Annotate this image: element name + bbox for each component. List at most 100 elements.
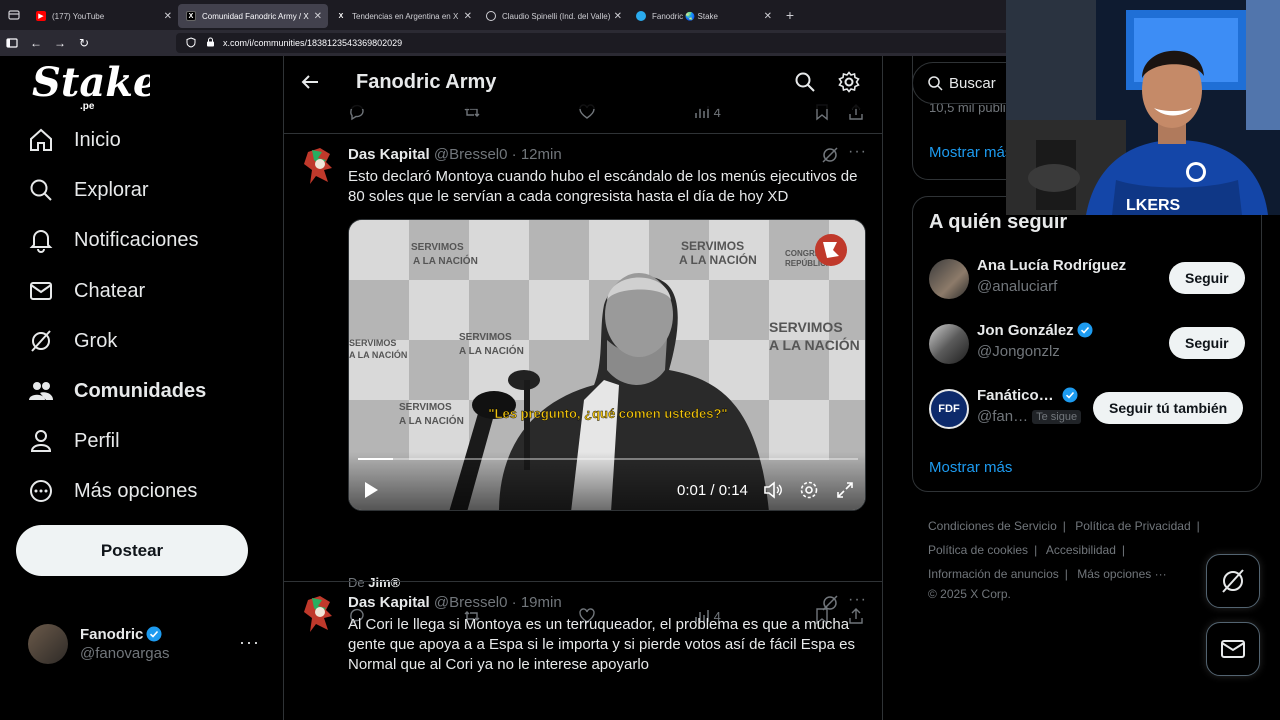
separator: |: [1064, 567, 1068, 581]
follow-suggestion[interactable]: FDF Fanático… @fan… Te sigue Seguir tú ta…: [929, 387, 1249, 431]
gear-icon[interactable]: [838, 71, 860, 93]
show-more-link[interactable]: Mostrar más: [929, 144, 1012, 161]
footer-link[interactable]: Política de cookies: [928, 543, 1028, 557]
close-icon[interactable]: ✕: [314, 11, 322, 22]
sidebar-item-chatear[interactable]: Chatear: [28, 271, 145, 311]
browser-tab-youtube[interactable]: ▶ (177) YouTube ✕: [28, 4, 178, 28]
backdrop-text: SERVIMOS: [769, 319, 843, 335]
avatar[interactable]: [300, 594, 340, 634]
stake-logo[interactable]: Stake .pe: [30, 56, 158, 112]
footer-link[interactable]: Condiciones de Servicio: [928, 519, 1057, 533]
community-header: Fanodric Army: [284, 56, 882, 109]
fullscreen-icon[interactable]: [835, 480, 855, 500]
suggestion-name[interactable]: Jon González: [977, 322, 1074, 339]
sidebar-item-mas-opciones[interactable]: Más opciones: [28, 471, 197, 511]
account-name-row: Fanodric: [80, 626, 169, 643]
close-icon[interactable]: ✕: [764, 11, 772, 22]
suggestion-name[interactable]: Ana Lucía Rodríguez: [977, 257, 1126, 274]
sidebar-item-label: Notificaciones: [74, 228, 199, 251]
browser-tab-spinelli[interactable]: Claudio Spinelli (Ind. del Valle) ✕: [478, 4, 628, 28]
tweet[interactable]: Das Kapital @Bressel0 · 19min ··· Al Cor…: [284, 582, 882, 720]
more-icon[interactable]: ···: [848, 143, 867, 161]
tweet-username[interactable]: @Bressel0: [434, 146, 508, 163]
browser-tab-trends[interactable]: X Tendencias en Argentina en X ✕: [328, 4, 478, 28]
mail-icon: [1221, 640, 1245, 658]
lock-icon[interactable]: [206, 37, 215, 49]
separator: |: [1034, 543, 1038, 557]
tweet-display-name[interactable]: Das Kapital: [348, 594, 430, 611]
avatar-text: FDF: [938, 403, 960, 415]
messages-fab[interactable]: [1206, 622, 1260, 676]
tab-list-icon[interactable]: [0, 3, 28, 27]
search-icon[interactable]: [794, 71, 816, 93]
follow-suggestion[interactable]: Ana Lucía Rodríguez @analuciarf Seguir: [929, 257, 1249, 301]
sidebar-item-explorar[interactable]: Explorar: [28, 170, 148, 210]
close-icon[interactable]: ✕: [614, 11, 622, 22]
forward-icon[interactable]: →: [48, 30, 72, 56]
close-icon[interactable]: ✕: [464, 11, 472, 22]
sidebar-item-comunidades[interactable]: Comunidades: [28, 371, 206, 411]
footer-link[interactable]: Accesibilidad: [1046, 543, 1116, 557]
footer-link[interactable]: Política de Privacidad: [1075, 519, 1190, 533]
tweet-display-name[interactable]: Das Kapital: [348, 146, 430, 163]
sidebar-item-perfil[interactable]: Perfil: [28, 421, 120, 461]
footer-row: Condiciones de Servicio | Política de Pri…: [928, 514, 1258, 538]
tweet-meta: Das Kapital @Bressel0 · 12min: [348, 146, 562, 163]
suggestion-handle[interactable]: @Jongonzlz: [977, 343, 1060, 360]
back-arrow-icon[interactable]: [300, 72, 320, 92]
more-icon[interactable]: ···: [239, 632, 260, 653]
page-title: Fanodric Army: [356, 71, 497, 93]
tweet[interactable]: Das Kapital @Bressel0 · 12min ··· Esto d…: [284, 134, 882, 625]
backdrop-text: SERVIMOS: [411, 242, 464, 253]
settings-icon[interactable]: [799, 480, 819, 500]
sidebar-toggle-icon[interactable]: [0, 30, 24, 56]
avatar[interactable]: FDF: [929, 389, 969, 429]
sidebar-item-notificaciones[interactable]: Notificaciones: [28, 220, 199, 260]
tweet-username[interactable]: @Bressel0: [434, 594, 508, 611]
video-progress-fill: [358, 458, 393, 460]
verified-icon: [1062, 387, 1078, 403]
tweet-time[interactable]: 19min: [521, 594, 562, 611]
new-tab-button[interactable]: +: [778, 7, 802, 23]
follow-back-button[interactable]: Seguir tú también: [1093, 392, 1244, 424]
tweet-text: Al Cori le llega si Montoya es un terruq…: [348, 616, 855, 673]
close-icon[interactable]: ✕: [164, 11, 172, 22]
back-icon[interactable]: ←: [24, 30, 48, 56]
sidebar-item-inicio[interactable]: Inicio: [28, 120, 121, 160]
grok-icon[interactable]: [821, 146, 839, 164]
suggestion-handle[interactable]: @fan…: [977, 408, 1028, 425]
video-player[interactable]: SERVIMOS A LA NACIÓN SERVIMOS A LA NACIÓ…: [348, 219, 866, 511]
avatar[interactable]: [929, 259, 969, 299]
grok-icon[interactable]: [821, 594, 839, 612]
volume-icon[interactable]: [763, 480, 783, 500]
browser-tab-community[interactable]: X Comunidad Fanodric Army / X ✕: [178, 4, 328, 28]
avatar[interactable]: [300, 146, 340, 186]
sidebar-item-grok[interactable]: Grok: [28, 321, 117, 361]
post-button[interactable]: Postear: [16, 525, 248, 576]
more-circle-icon: [28, 478, 54, 504]
avatar[interactable]: [929, 324, 969, 364]
suggestion-name[interactable]: Fanático…: [977, 387, 1054, 404]
footer-link[interactable]: Información de anuncios: [928, 567, 1059, 581]
video-progress-track[interactable]: [358, 458, 858, 460]
webcam-feed: LKERS: [1006, 0, 1280, 215]
suggestion-handle[interactable]: @analuciarf: [977, 278, 1057, 295]
follow-button[interactable]: Seguir: [1169, 327, 1245, 359]
tab-title: Tendencias en Argentina en X: [352, 11, 459, 21]
follow-suggestion[interactable]: Jon González @Jongonzlz Seguir: [929, 322, 1249, 366]
play-icon[interactable]: [363, 481, 379, 499]
youtube-icon: ▶: [36, 11, 46, 21]
browser-tab-stake[interactable]: Fanodric 🌏 Stake ✕: [628, 4, 778, 28]
reload-icon[interactable]: ↻: [72, 30, 96, 56]
footer-link[interactable]: Más opciones ···: [1077, 567, 1166, 581]
sidebar-item-label: Comunidades: [74, 379, 207, 402]
show-more-link[interactable]: Mostrar más: [929, 459, 1012, 476]
account-name: Fanodric: [80, 626, 144, 643]
more-icon[interactable]: ···: [848, 591, 867, 609]
grok-fab[interactable]: [1206, 554, 1260, 608]
tweet-time[interactable]: 12min: [521, 146, 562, 163]
shield-icon[interactable]: [186, 36, 196, 50]
home-icon: [28, 127, 54, 153]
account-switcher[interactable]: Fanodric @fanovargas ···: [28, 622, 268, 666]
follow-button[interactable]: Seguir: [1169, 262, 1245, 294]
